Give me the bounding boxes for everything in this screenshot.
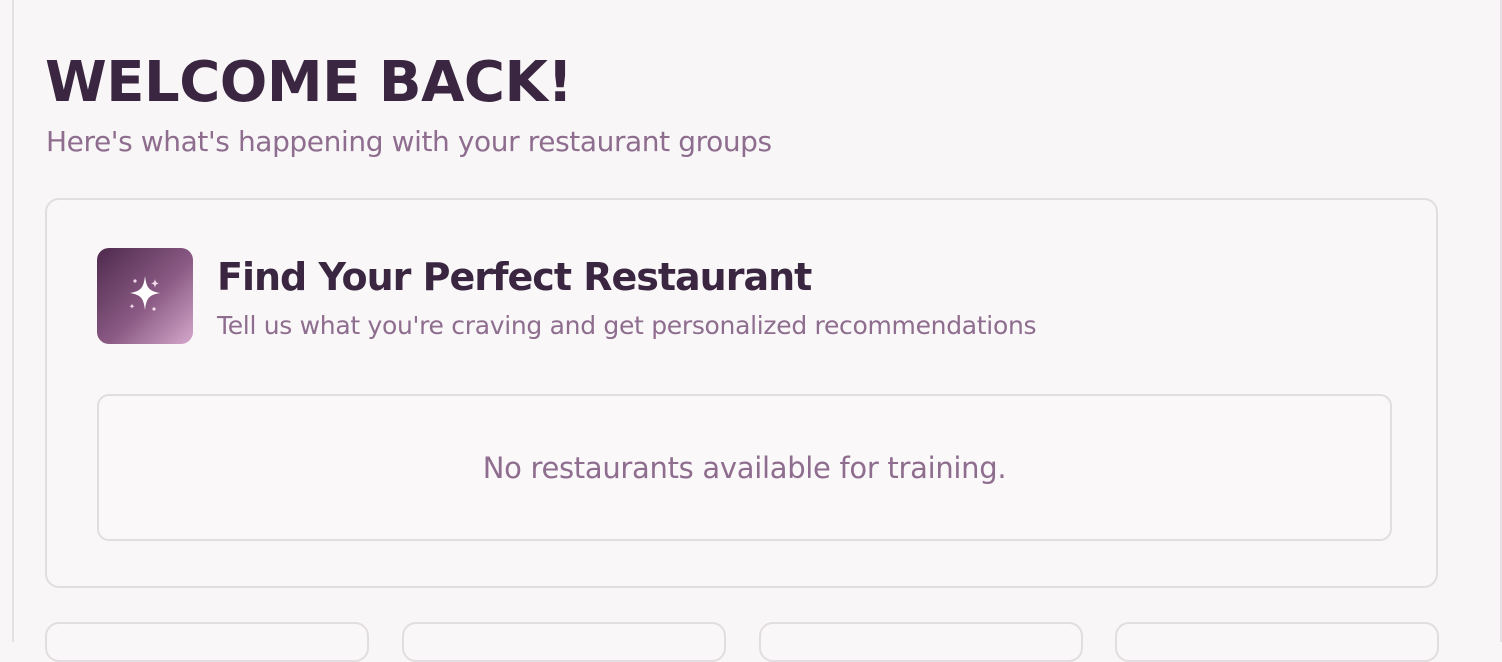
page-title: WELCOME BACK!	[45, 50, 573, 115]
sidebar-edge	[0, 0, 14, 642]
stat-card	[402, 622, 726, 662]
stat-card	[759, 622, 1083, 662]
stat-card	[45, 622, 369, 662]
card-subtitle: Tell us what you're craving and get pers…	[217, 311, 1037, 340]
empty-state-message: No restaurants available for training.	[482, 450, 1007, 485]
card-title: Find Your Perfect Restaurant	[217, 255, 812, 299]
empty-state: No restaurants available for training.	[97, 394, 1392, 541]
find-restaurant-card: Find Your Perfect Restaurant Tell us wha…	[45, 198, 1438, 588]
page-subtitle: Here's what's happening with your restau…	[46, 125, 772, 158]
stat-card	[1115, 622, 1439, 662]
sparkles-icon	[97, 248, 193, 344]
